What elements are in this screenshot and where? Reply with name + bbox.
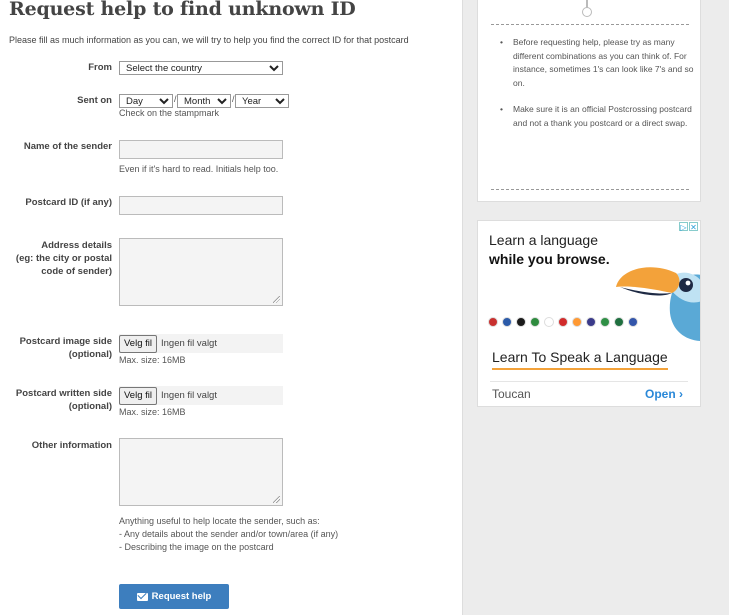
language-flags — [488, 317, 638, 327]
image-side-file-status: Ingen fil valgt — [161, 338, 217, 349]
other-info-label: Other information — [31, 440, 112, 451]
flag-icon — [586, 317, 596, 327]
flag-icon — [558, 317, 568, 327]
flag-icon — [544, 317, 554, 327]
stampmark-hint: Check on the stampmark — [119, 108, 220, 118]
other-info-textarea[interactable] — [119, 438, 283, 506]
page-title: Request help to find unknown ID — [9, 0, 356, 20]
image-side-choose-file-button[interactable]: Velg fil — [119, 334, 157, 353]
address-label-line: code of sender) — [41, 266, 112, 277]
postcard-id-input[interactable] — [119, 196, 283, 215]
flag-icon — [530, 317, 540, 327]
request-help-label: Request help — [151, 591, 212, 602]
envelope-icon — [136, 592, 148, 601]
tips-divider — [491, 24, 689, 25]
ad-open-button[interactable]: Open › — [645, 387, 683, 401]
tips-card: Before requesting help, please try as ma… — [477, 0, 701, 202]
image-side-label-line: (optional) — [68, 349, 112, 360]
flag-icon — [572, 317, 582, 327]
sidebar: Before requesting help, please try as ma… — [462, 0, 729, 615]
flag-icon — [488, 317, 498, 327]
written-side-size-hint: Max. size: 16MB — [119, 407, 186, 417]
ad-divider — [490, 381, 688, 382]
other-info-hint-line: - Describing the image on the postcard — [119, 542, 274, 552]
resize-grip-icon[interactable] — [273, 496, 280, 503]
country-select[interactable]: Select the country — [119, 61, 283, 75]
other-info-hint-line: Anything useful to help locate the sende… — [119, 516, 320, 526]
ad-choices[interactable]: ▷ ✕ — [679, 222, 698, 232]
flag-icon — [614, 317, 624, 327]
tips-divider — [491, 189, 689, 190]
image-side-label: Postcard image side (optional) — [20, 335, 112, 361]
main-content: Request help to find unknown ID Please f… — [0, 0, 462, 615]
image-side-file-input[interactable]: Velg fil Ingen fil valgt — [119, 334, 283, 353]
resize-grip-icon[interactable] — [273, 296, 280, 303]
tips-list: Before requesting help, please try as ma… — [498, 36, 696, 143]
written-side-label: Postcard written side (optional) — [16, 387, 112, 413]
ad-headline: Learn a language — [489, 232, 598, 248]
year-select[interactable]: Year — [235, 94, 289, 108]
image-side-label-line: Postcard image side — [19, 336, 112, 347]
tip-item: Before requesting help, please try as ma… — [498, 36, 696, 90]
ad-cta-link[interactable]: Learn To Speak a Language — [492, 349, 668, 370]
written-side-choose-file-button[interactable]: Velg fil — [119, 386, 157, 405]
toucan-icon — [616, 267, 700, 341]
address-label-line: Address details — [41, 240, 112, 251]
flag-icon — [516, 317, 526, 327]
ad-brand-name: Toucan — [492, 387, 531, 401]
image-side-size-hint: Max. size: 16MB — [119, 355, 186, 365]
flag-icon — [628, 317, 638, 327]
intro-text: Please fill as much information as you c… — [9, 35, 409, 45]
chevron-right-icon: › — [679, 387, 683, 401]
request-help-button[interactable]: Request help — [119, 584, 229, 609]
ad-banner[interactable]: ▷ ✕ Learn a language while you browse. L… — [477, 220, 701, 407]
postcard-id-label: Postcard ID (if any) — [25, 197, 112, 208]
sender-label: Name of the sender — [23, 141, 112, 152]
address-label: Address details (eg: the city or postal … — [16, 239, 112, 278]
ad-open-label: Open — [644, 387, 676, 401]
tip-item: Make sure it is an official Postcrossing… — [498, 103, 696, 130]
flag-icon — [502, 317, 512, 327]
sender-name-input[interactable] — [119, 140, 283, 159]
written-side-file-input[interactable]: Velg fil Ingen fil valgt — [119, 386, 283, 405]
month-select[interactable]: Month — [177, 94, 231, 108]
ad-subheadline: while you browse. — [489, 251, 610, 267]
adchoices-icon[interactable]: ▷ — [679, 222, 688, 232]
other-info-hint-line: - Any details about the sender and/or to… — [119, 529, 339, 539]
address-textarea[interactable] — [119, 238, 283, 306]
pin-icon — [582, 0, 592, 17]
from-label: From — [88, 62, 112, 73]
day-select[interactable]: Day — [119, 94, 173, 108]
sent-on-label: Sent on — [77, 95, 112, 106]
written-side-file-status: Ingen fil valgt — [161, 390, 217, 401]
address-label-line: (eg: the city or postal — [15, 253, 112, 264]
written-side-label-line: Postcard written side — [15, 388, 112, 399]
written-side-label-line: (optional) — [68, 401, 112, 412]
flag-icon — [600, 317, 610, 327]
close-icon[interactable]: ✕ — [689, 222, 698, 232]
sender-hint: Even if it's hard to read. Initials help… — [119, 164, 279, 174]
other-info-hint: Anything useful to help locate the sende… — [119, 515, 338, 554]
